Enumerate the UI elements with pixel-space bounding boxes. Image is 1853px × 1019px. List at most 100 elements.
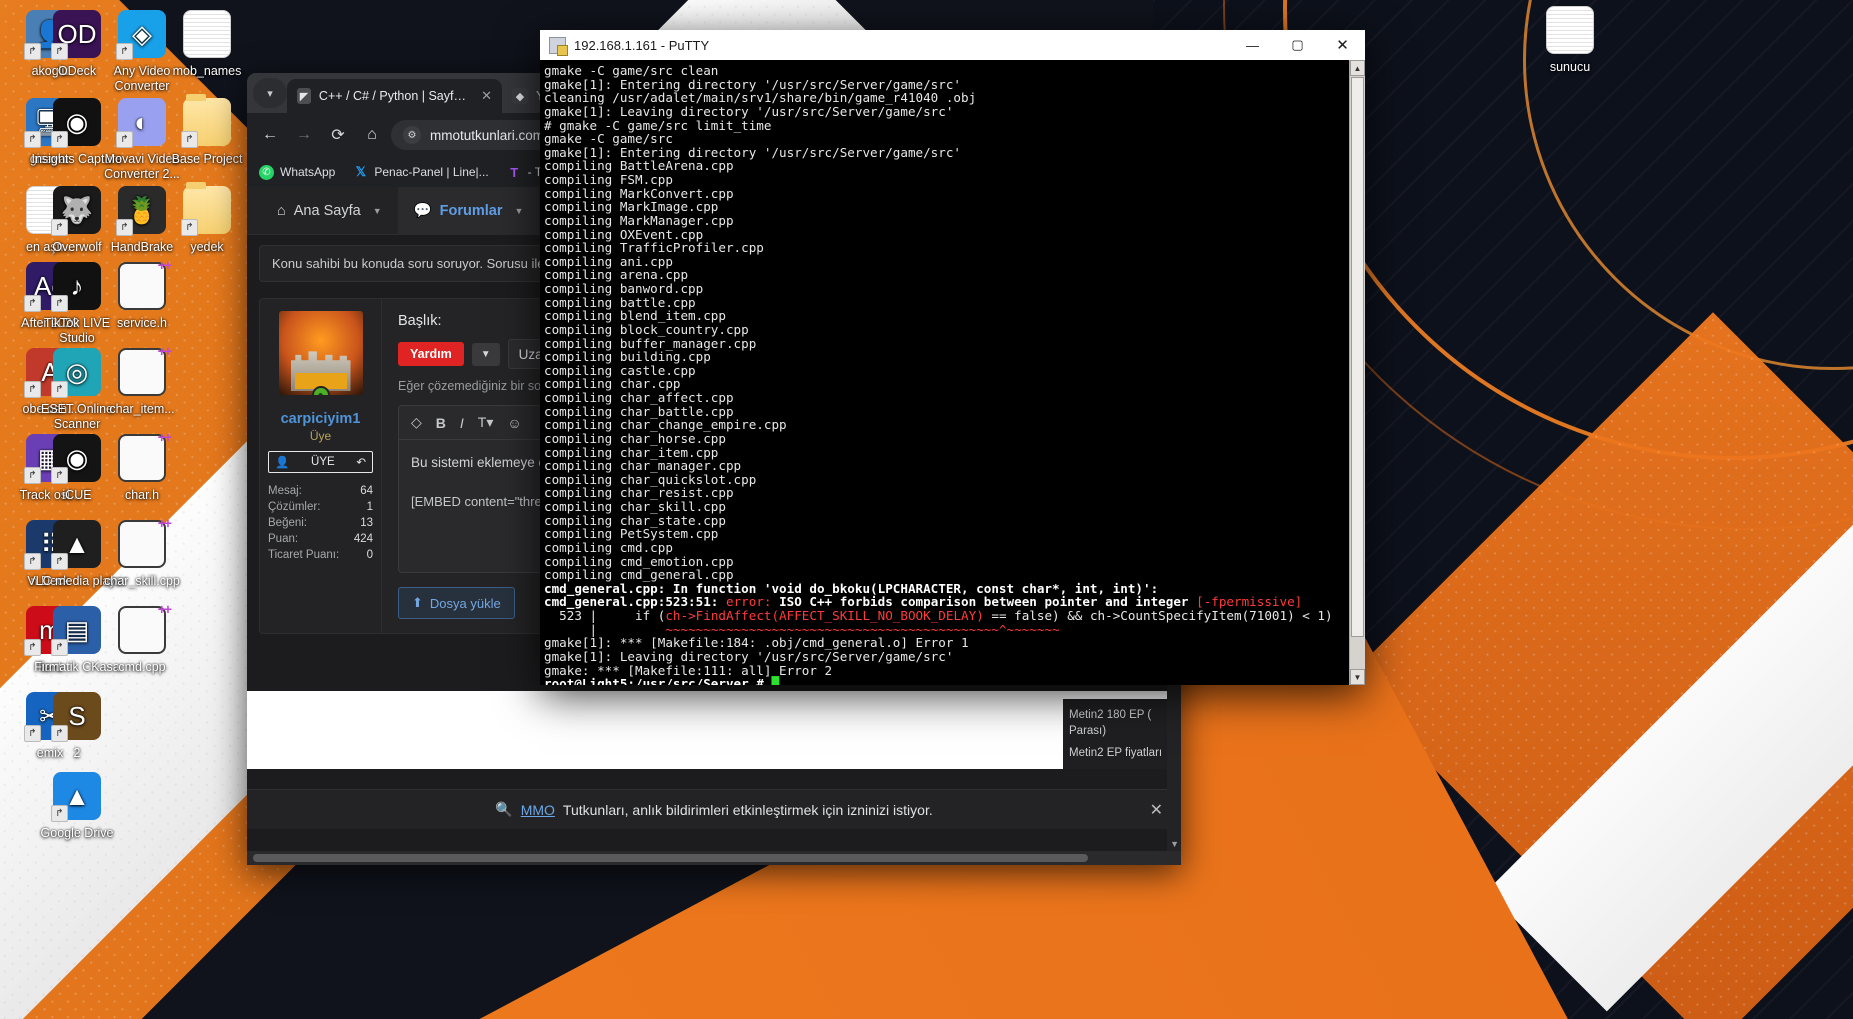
bookmark-whatsapp[interactable]: ✆ WhatsApp <box>259 165 335 180</box>
terminal-line: compiling banword.cpp <box>544 282 1349 296</box>
desktop-icon-google-drive[interactable]: ▲Google Drive <box>27 772 127 841</box>
terminal-line: compiling cmd_general.cpp <box>544 568 1349 582</box>
terminal-line: compiling battle.cpp <box>544 296 1349 310</box>
terminal-line: compiling char_affect.cpp <box>544 391 1349 405</box>
poster-name[interactable]: carpiciyim1 <box>268 411 373 427</box>
bookmark-penac-panel[interactable]: 𝕏 Penac-Panel | Line|... <box>353 165 488 180</box>
terminal-line: # gmake -C game/src limit_time <box>544 119 1349 133</box>
browser-tab-active[interactable]: ◤ C++ / C# / Python | Sayfa 2 | M ✕ <box>287 79 502 113</box>
desktop-icon-cmd-cpp[interactable]: ++cmd.cpp <box>92 606 192 675</box>
desktop-icon-label: cmd.cpp <box>92 660 192 675</box>
italic-icon[interactable]: I <box>460 415 464 431</box>
desktop-icon-label: service.h <box>92 316 192 331</box>
site-settings-icon[interactable]: ⚙ <box>403 126 421 144</box>
stat-label: Puan: <box>268 533 298 545</box>
terminal-line: compiling char_manager.cpp <box>544 459 1349 473</box>
reload-icon[interactable]: ⟳ <box>323 120 353 150</box>
tab-close-icon[interactable]: ✕ <box>481 88 492 104</box>
sidebar-ad-rail[interactable]: Metin2 180 EP ( Parası) Metin2 EP fiyatl… <box>1063 699 1181 769</box>
terminal-span: █ <box>771 676 779 685</box>
desktop-icon-sunucu[interactable]: sunucu <box>1520 6 1620 75</box>
terminal-output[interactable]: gmake -C game/src cleangmake[1]: Enterin… <box>540 60 1349 685</box>
desktop-icon-char-item[interactable]: ++char_item... <box>92 348 192 417</box>
terminal-line: gmake -C game/src <box>544 132 1349 146</box>
font-size-icon[interactable]: T▾ <box>478 414 494 431</box>
close-icon[interactable]: ✕ <box>1320 30 1365 60</box>
scroll-down-icon[interactable]: ▼ <box>1170 839 1179 849</box>
terminal-line: compiling FSM.cpp <box>544 173 1349 187</box>
terminal-span: root@Light5:/usr/src/Server # <box>544 676 771 685</box>
sidebar-item-ana-sayfa[interactable]: ⌂ Ana Sayfa ▼ <box>261 187 398 235</box>
page-horizontal-scrollbar[interactable] <box>247 851 1181 865</box>
nav-label: Ana Sayfa <box>294 203 361 219</box>
terminal-line: compiling OXEvent.cpp <box>544 228 1349 242</box>
desktop-icon-base-project[interactable]: Base Project <box>157 98 257 167</box>
terminal-line: compiling MarkImage.cpp <box>544 200 1349 214</box>
putty-titlebar[interactable]: 192.168.1.161 - PuTTY — ▢ ✕ <box>540 30 1365 60</box>
terminal-line: gmake[1]: Leaving directory '/usr/src/Se… <box>544 650 1349 664</box>
stat-label: Çözümler: <box>268 501 320 513</box>
avatar[interactable]: ● <box>279 311 363 395</box>
back-arrow-icon[interactable]: ← <box>255 120 285 150</box>
close-icon[interactable]: ✕ <box>1150 800 1163 820</box>
home-icon[interactable]: ⌂ <box>357 120 387 150</box>
terminal-line: compiling arena.cpp <box>544 268 1349 282</box>
rail-line-3: Metin2 EP fiyatları <box>1069 745 1175 761</box>
gdrive-icon: ▲ <box>53 772 101 820</box>
sidebar-item-forumlar[interactable]: 💬 Forumlar ▼ <box>398 187 540 235</box>
maximize-icon[interactable]: ▢ <box>1275 30 1320 60</box>
chevron-down-icon[interactable]: ▼ <box>373 206 382 216</box>
terminal-scrollbar[interactable]: ▲ ▼ <box>1349 60 1365 685</box>
terminal-line: compiling castle.cpp <box>544 364 1349 378</box>
terminal-line: compiling char_quickslot.cpp <box>544 473 1349 487</box>
terminal-line: compiling char.cpp <box>544 377 1349 391</box>
file-icon <box>183 10 231 58</box>
terminal-line: compiling blend_item.cpp <box>544 309 1349 323</box>
upload-file-button[interactable]: ⬆ Dosya yükle <box>398 587 515 619</box>
emoji-icon[interactable]: ☺ <box>507 415 521 431</box>
desktop-icon-yedek[interactable]: yedek <box>157 186 257 255</box>
poster-stat-row: Ticaret Puanı:0 <box>268 547 373 563</box>
folder-icon <box>183 98 231 146</box>
terminal-span: ) && ch->CountSpecifyItem(71001) < 1) <box>1052 608 1333 623</box>
bold-icon[interactable]: B <box>436 415 446 431</box>
forward-arrow-icon[interactable]: → <box>289 120 319 150</box>
minimize-icon[interactable]: — <box>1230 30 1275 60</box>
tab-title: C++ / C# / Python | Sayfa 2 | M <box>319 89 469 103</box>
terminal-scroll-thumb[interactable] <box>1351 77 1364 637</box>
poster-role: Üye <box>268 429 373 443</box>
tab-search-dropdown-icon[interactable]: ▾ <box>253 78 287 108</box>
terminal-line: compiling cmd_emotion.cpp <box>544 555 1349 569</box>
tab-favicon-icon-2: ◆ <box>512 88 528 104</box>
scroll-up-icon[interactable]: ▲ <box>1350 60 1365 76</box>
terminal-line: compiling char_skill.cpp <box>544 500 1349 514</box>
upload-icon: ⬆ <box>412 595 423 611</box>
desktop-icon-char-skill-cpp[interactable]: ++char_skill.cpp <box>92 520 192 589</box>
forum-icon: 💬 <box>414 202 432 219</box>
terminal-line: gmake -C game/src clean <box>544 64 1349 78</box>
permission-prefix[interactable]: MMO <box>521 802 555 818</box>
folder-icon <box>183 186 231 234</box>
putty-icon <box>549 37 566 54</box>
desktop-icon-label: mob_names <box>157 64 257 79</box>
scroll-down-icon[interactable]: ▼ <box>1350 669 1365 685</box>
horizontal-scroll-thumb[interactable] <box>253 854 1088 862</box>
desktop-icon-char-h[interactable]: ++char.h <box>92 434 192 503</box>
eraser-icon[interactable]: ◇ <box>411 414 422 431</box>
whatsapp-icon: ✆ <box>259 165 274 180</box>
poster-stat-row: Beğeni:13 <box>268 515 373 531</box>
permission-text: Tutkunları, anlık bildirimleri etkinleşt… <box>563 802 933 818</box>
chevron-down-icon-prefix[interactable]: ▼ <box>472 343 500 366</box>
poster-stat-row: Çözümler:1 <box>268 499 373 515</box>
terminal-line: compiling BattleArena.cpp <box>544 159 1349 173</box>
desktop-icon-service-h[interactable]: ++service.h <box>92 262 192 331</box>
bookmark-label: Penac-Panel | Line|... <box>374 165 488 179</box>
prefix-badge[interactable]: Yardım <box>398 342 464 366</box>
source-file-icon: ++ <box>118 348 166 396</box>
terminal-line: compiling TrafficProfiler.cpp <box>544 241 1349 255</box>
desktop-icon-mob-names[interactable]: mob_names <box>157 10 257 79</box>
chevron-down-icon-2[interactable]: ▼ <box>515 206 524 216</box>
putty-window[interactable]: 192.168.1.161 - PuTTY — ▢ ✕ gmake -C gam… <box>540 30 1365 685</box>
terminal-line: | ~~~~~~~~~~~~~~~~~~~~~~~~~~~~~~~~~~~~~~… <box>544 623 1349 637</box>
desktop-icon-2[interactable]: S2 <box>27 692 127 761</box>
